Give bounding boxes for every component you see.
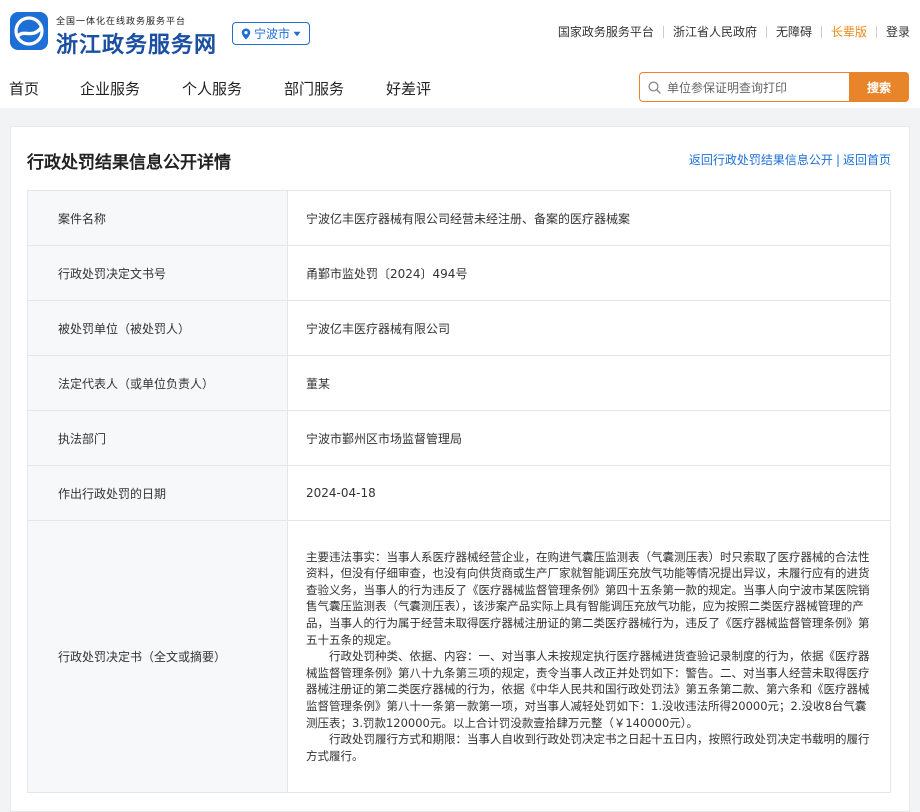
back-home-link[interactable]: 返回首页 [843, 153, 891, 167]
table-row: 法定代表人（或单位负责人） 董某 [27, 355, 891, 411]
row-value: 甬鄞市监处罚〔2024〕494号 [287, 245, 891, 301]
nav-home[interactable]: 首页 [9, 78, 39, 99]
divider [662, 25, 664, 38]
decision-fulfillment: 行政处罚履行方式和期限：当事人自收到行政处罚决定书之日起十五日内，按照行政处罚决… [306, 732, 870, 763]
city-label: 宁波市 [253, 27, 290, 41]
logo-title[interactable]: 浙江政务服务网 [56, 27, 217, 59]
row-key: 案件名称 [27, 190, 288, 246]
detail-table: 案件名称 宁波亿丰医疗器械有限公司经营未经注册、备案的医疗器械案 行政处罚决定文… [27, 190, 891, 793]
table-row: 作出行政处罚的日期 2024-04-18 [27, 465, 891, 521]
divider [820, 25, 822, 38]
link-elder-mode[interactable]: 长辈版 [831, 23, 867, 40]
detail-card: 行政处罚结果信息公开详情 返回行政处罚结果信息公开 | 返回首页 案件名称 宁波亿丰… [10, 126, 910, 812]
row-value: 董某 [287, 355, 891, 411]
row-value: 宁波亿丰医疗器械有限公司 [287, 300, 891, 356]
link-accessibility[interactable]: 无障碍 [776, 23, 812, 40]
search-input[interactable] [667, 80, 837, 94]
row-value: 2024-04-18 [287, 465, 891, 521]
row-key: 被处罚单位（被处罚人） [27, 300, 288, 356]
search-box [639, 72, 849, 102]
table-row: 行政处罚决定书（全文或摘要） 主要违法事实：当事人系医疗器械经营企业，在购进气囊… [27, 520, 891, 793]
decision-penalty: 行政处罚种类、依据、内容：一、对当事人未按规定执行医疗器械进货查验记录制度的行为… [306, 649, 870, 730]
site-header: 全国一体化在线政务服务平台 浙江政务服务网 宁波市 国家政务服务平台 浙江省人民… [0, 0, 920, 108]
location-pin-icon [241, 28, 251, 39]
table-row: 行政处罚决定文书号 甬鄞市监处罚〔2024〕494号 [27, 245, 891, 301]
logo-subtitle: 全国一体化在线政务服务平台 [56, 17, 187, 27]
link-separator: | [835, 153, 840, 167]
city-selector[interactable]: 宁波市 [232, 22, 310, 45]
link-login[interactable]: 登录 [886, 23, 910, 40]
page-links: 返回行政处罚结果信息公开 | 返回首页 [689, 151, 891, 168]
row-key: 法定代表人（或单位负责人） [27, 355, 288, 411]
search-icon [648, 80, 661, 94]
logo-icon[interactable] [10, 12, 48, 50]
row-value: 宁波市鄞州区市场监督管理局 [287, 410, 891, 466]
link-national-platform[interactable]: 国家政务服务平台 [558, 23, 654, 40]
table-row: 被处罚单位（被处罚人） 宁波亿丰医疗器械有限公司 [27, 300, 891, 356]
link-provincial-government[interactable]: 浙江省人民政府 [673, 23, 757, 40]
decision-facts: 主要违法事实：当事人系医疗器械经营企业，在购进气囊压监测表（气囊测压表）时只索取… [306, 549, 870, 647]
row-key: 作出行政处罚的日期 [27, 465, 288, 521]
row-key: 执法部门 [27, 410, 288, 466]
row-value: 宁波亿丰医疗器械有限公司经营未经注册、备案的医疗器械案 [287, 190, 891, 246]
nav-personal-services[interactable]: 个人服务 [182, 78, 242, 99]
row-key: 行政处罚决定书（全文或摘要） [27, 520, 288, 793]
back-to-list-link[interactable]: 返回行政处罚结果信息公开 [689, 153, 833, 167]
nav-enterprise-services[interactable]: 企业服务 [80, 78, 140, 99]
search-button[interactable]: 搜索 [849, 72, 909, 102]
top-links: 国家政务服务平台 浙江省人民政府 无障碍 长辈版 登录 [558, 23, 910, 40]
row-key: 行政处罚决定文书号 [27, 245, 288, 301]
decision-text: 主要违法事实：当事人系医疗器械经营企业，在购进气囊压监测表（气囊测压表）时只索取… [287, 520, 891, 793]
table-row: 案件名称 宁波亿丰医疗器械有限公司经营未经注册、备案的医疗器械案 [27, 190, 891, 246]
nav-department-services[interactable]: 部门服务 [284, 78, 344, 99]
caret-down-icon [293, 31, 301, 36]
divider [875, 25, 877, 38]
divider [765, 25, 767, 38]
table-row: 执法部门 宁波市鄞州区市场监督管理局 [27, 410, 891, 466]
nav-evaluation[interactable]: 好差评 [386, 78, 431, 99]
page-title: 行政处罚结果信息公开详情 [27, 153, 231, 173]
